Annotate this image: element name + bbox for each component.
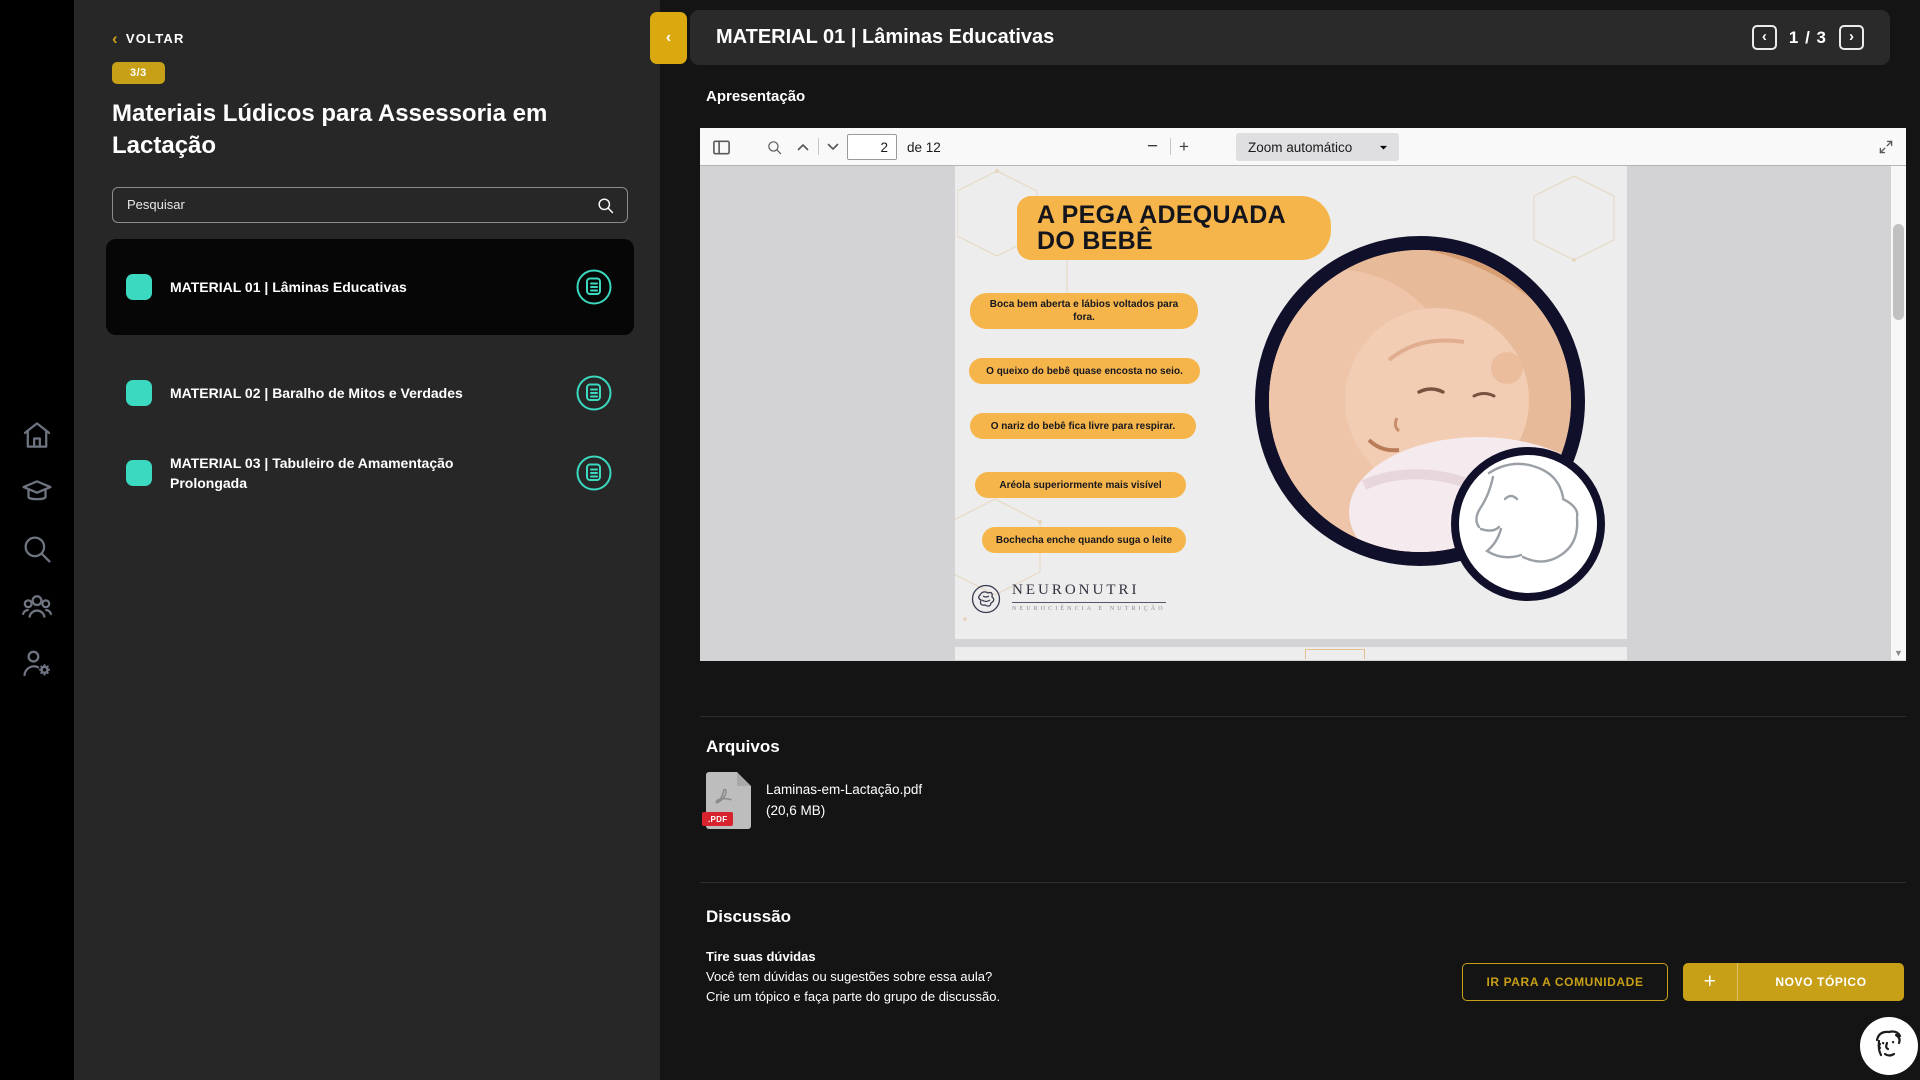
slide-bullet: Aréola superiormente mais visível [975,472,1186,498]
pdf-page-input[interactable] [847,134,897,160]
zoom-in-button[interactable]: + [1179,128,1189,166]
discussion-subtitle: Tire suas dúvidas [706,949,816,964]
fullscreen-icon[interactable] [1878,128,1894,166]
back-label: VOLTAR [125,31,185,46]
chevron-down-icon [1380,145,1388,149]
chevron-right-icon: › [1849,28,1854,45]
pdf-toolbar: de 12 − + Zoom automático [700,128,1906,166]
progress-badge: 3/3 [112,62,165,84]
slide-title-line2: DO BEBÊ [1037,227,1154,255]
pdf-badge: .PDF [702,812,734,826]
zoom-mode-select[interactable]: Zoom automático [1236,133,1400,161]
book-circle-icon [574,373,614,413]
pager-prev-button[interactable]: ‹ [1751,25,1777,50]
section-divider [700,716,1906,717]
pager-next-button[interactable]: › [1839,25,1864,50]
material-color-square [126,379,152,406]
file-name: Laminas-em-Lactação.pdf [766,781,923,797]
material-label: MATERIAL 03 | Tabuleiro de Amamentação P… [170,454,454,492]
lesson-header: MATERIAL 01 | Lâminas Educativas ‹ 1 / 3… [690,10,1890,65]
pdf-next-page-icon[interactable] [826,128,840,166]
material-item-3[interactable]: MATERIAL 03 | Tabuleiro de Amamentação P… [106,437,634,510]
pdf-page-count: de 12 [907,139,941,155]
slide-title-line1: A PEGA ADEQUADA [1037,200,1286,229]
discussion-line1: Você tem dúvidas ou sugestões sobre essa… [706,969,993,984]
scroll-down-icon[interactable]: ▼ [1891,648,1906,658]
material-color-square [126,273,152,300]
pdf-page-area: A PEGA ADEQUADA DO BEBÊ Boca bem aberta … [700,166,1906,660]
zoom-out-button[interactable]: − [1147,128,1158,166]
pdf-scrollbar: ▼ [1891,166,1906,660]
app-rail [0,0,74,1080]
file-size: (20,6 MB) [766,802,826,818]
material-label: MATERIAL 02 | Baralho de Mitos e Verdade… [170,384,463,401]
slide-logo-text: NEURONUTRI [1012,582,1166,603]
sketch-face-icon [1875,1030,1902,1057]
toolbar-divider [818,138,819,155]
chevron-left-icon: ‹ [1761,28,1767,45]
search-icon[interactable] [20,532,54,566]
new-topic-button[interactable]: + NOVO TÓPICO [1683,963,1904,1001]
slide-bullet: O nariz do bebê fica livre para respirar… [970,413,1196,439]
section-divider [700,882,1906,883]
pdf-file-icon: .PDF [702,772,751,829]
hexagon-decoration [1533,175,1615,262]
slide-title-banner: A PEGA ADEQUADA DO BEBÊ [1017,196,1331,260]
pager-label: 1 / 3 [1788,27,1827,47]
files-section-title: Arquivos [706,737,780,756]
course-title: Materiais Lúdicos para Assessoria em Lac… [112,100,548,160]
discussion-intro: Tire suas dúvidas Você tem dúvidas ou su… [706,947,1000,1007]
material-item-1[interactable]: MATERIAL 01 | Lâminas Educativas [106,238,634,335]
back-button[interactable]: ‹ VOLTAR [112,30,628,47]
account-settings-icon[interactable] [20,646,54,680]
pdf-find-icon[interactable] [766,128,783,166]
slide-logo-tagline: NEUROCIÊNCIA E NUTRIÇÃO [1012,606,1166,612]
magnifier-icon [596,196,615,215]
slide-logo: NEURONUTRI NEUROCIÊNCIA E NUTRIÇÃO [969,582,1166,621]
book-circle-icon [574,453,614,493]
pdf-viewer: de 12 − + Zoom automático A PEGA ADEQUAD… [700,128,1906,661]
slide-bullet: Boca bem aberta e lábios voltados para f… [970,293,1198,329]
zoom-mode-label: Zoom automático [1248,139,1353,155]
sidebar-search [112,186,628,223]
course-sidebar: ‹ VOLTAR 3/3 Materiais Lúdicos para Asse… [74,0,660,1080]
pdf-next-page-preview [955,647,1627,660]
search-input[interactable] [113,187,627,222]
scrollbar-thumb[interactable] [1893,224,1904,320]
discussion-section-title: Discussão [706,907,792,926]
material-label: MATERIAL 01 | Lâminas Educativas [170,278,407,295]
home-icon[interactable] [20,418,54,452]
pdf-page: A PEGA ADEQUADA DO BEBÊ Boca bem aberta … [955,166,1627,639]
discussion-line2: Crie um tópico e faça parte do grupo de … [706,989,1001,1004]
community-icon[interactable] [20,589,54,623]
file-row[interactable]: .PDF Laminas-em-Lactação.pdf (20,6 MB) [702,772,923,829]
neuronutri-logo-icon [969,582,1003,621]
book-circle-icon [574,267,614,307]
back-chevron-icon: ‹ [112,29,119,48]
courses-icon[interactable] [20,475,54,509]
sidebar-collapse-button[interactable]: ‹ [650,12,687,64]
material-color-square [126,460,152,487]
lesson-pager: ‹ 1 / 3 › [1751,25,1864,50]
material-item-2[interactable]: MATERIAL 02 | Baralho de Mitos e Verdade… [106,357,634,429]
pdf-sidebar-toggle-icon[interactable] [712,128,731,166]
pdf-prev-page-icon[interactable] [796,128,810,166]
latch-diagram [1451,447,1605,601]
lesson-title: MATERIAL 01 | Lâminas Educativas [716,26,1055,48]
slide-bullet: Bochecha enche quando suga o leite [982,527,1186,553]
material-list: MATERIAL 01 | Lâminas Educativas MATERIA… [106,238,634,510]
plus-icon: + [1683,963,1738,1001]
toolbar-divider [1170,138,1171,155]
presentation-section-title: Apresentação [706,88,806,105]
slide-bullet: O queixo do bebê quase encosta no seio. [969,358,1200,384]
community-button[interactable]: IR PARA A COMUNIDADE [1462,963,1668,1001]
support-chat-widget[interactable] [1860,1017,1918,1075]
collapse-chevron-icon: ‹ [665,29,672,46]
